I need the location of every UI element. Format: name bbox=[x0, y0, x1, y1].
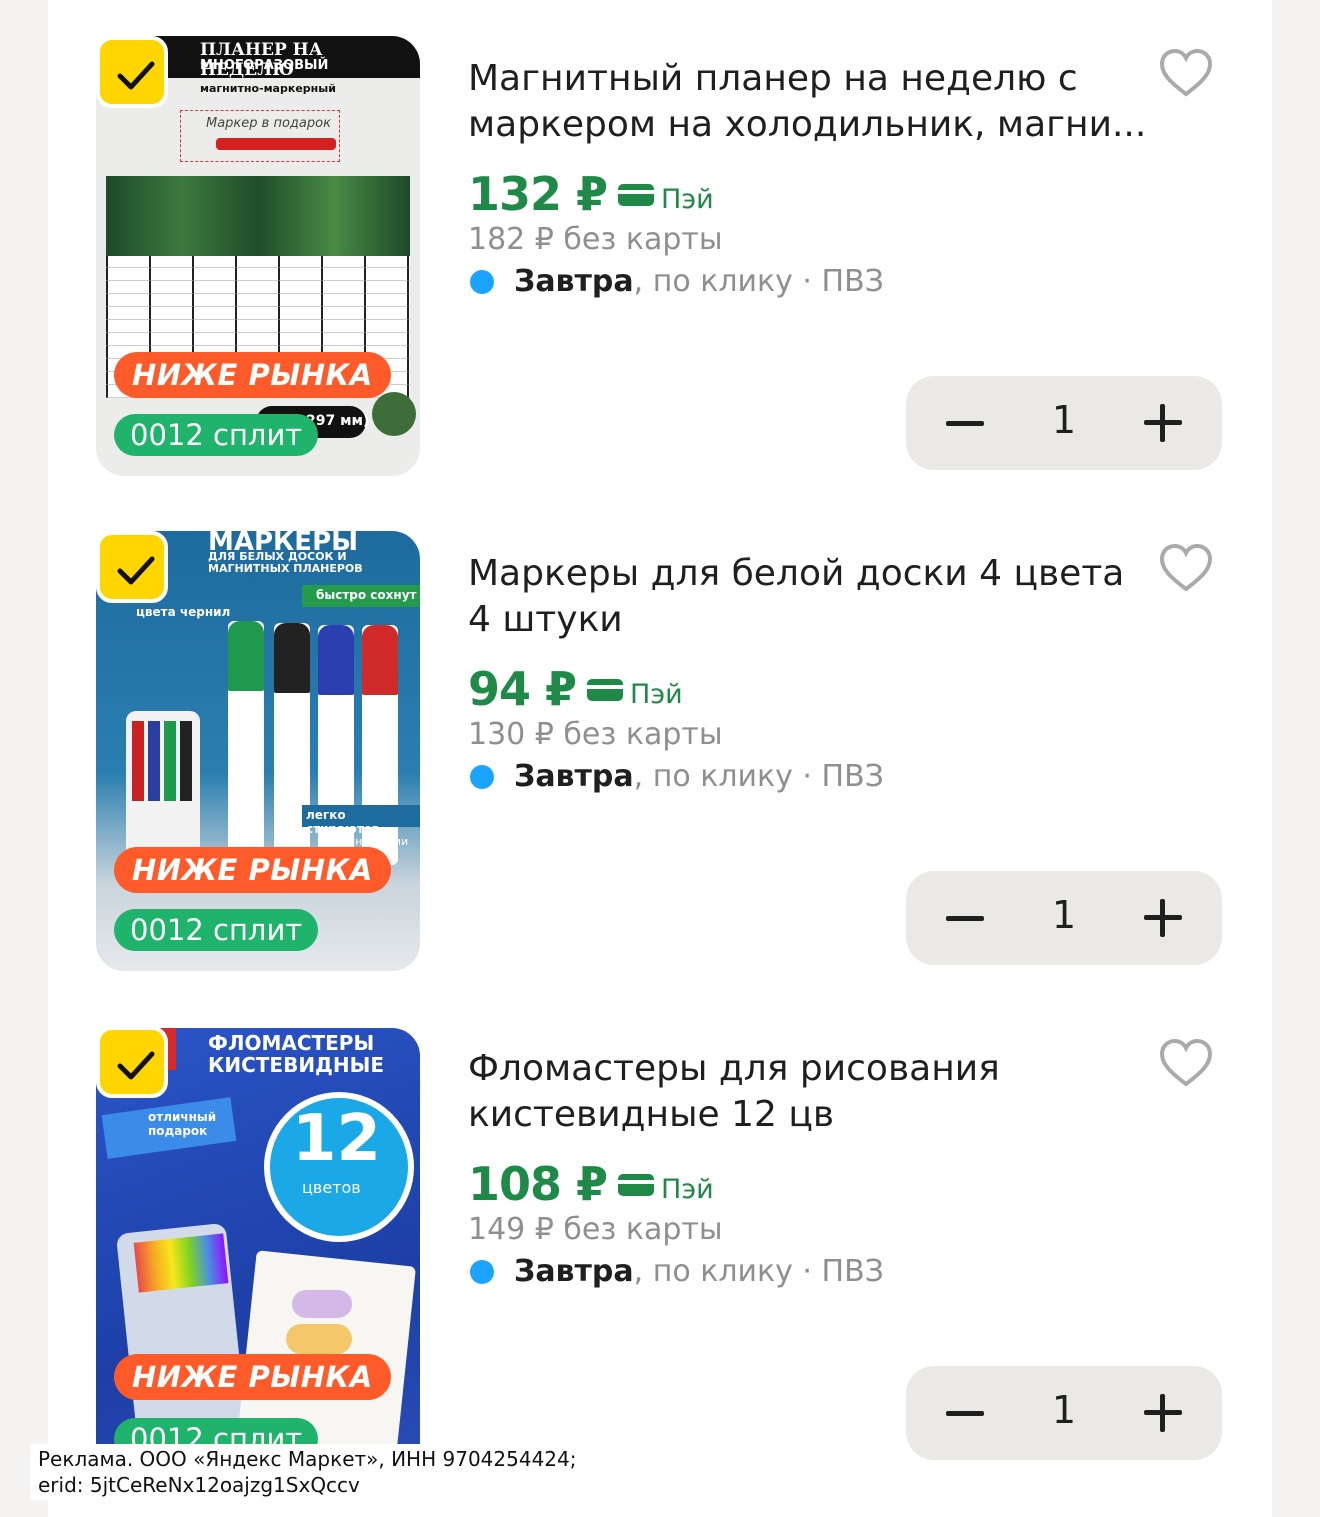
image-text: быстро сохнут bbox=[316, 588, 417, 602]
price: 94 ₽ bbox=[468, 662, 577, 716]
delivery-info: Завтра , по клику · ПВЗ bbox=[470, 264, 884, 299]
below-market-badge: НИЖЕ РЫНКА bbox=[114, 847, 391, 893]
plus-button[interactable] bbox=[1144, 899, 1182, 937]
pay-label: Пэй bbox=[630, 678, 683, 710]
pay-label: Пэй bbox=[661, 1173, 714, 1205]
below-market-badge: НИЖЕ РЫНКА bbox=[114, 352, 391, 398]
quantity-stepper: 1 bbox=[906, 871, 1222, 965]
selected-checkbox[interactable] bbox=[96, 36, 168, 108]
checkmark-icon bbox=[117, 1051, 155, 1080]
delivery-day: Завтра bbox=[514, 1254, 634, 1289]
delivery-dot-icon bbox=[470, 1259, 494, 1284]
bank-card-icon bbox=[618, 184, 655, 206]
heart-icon[interactable] bbox=[1158, 1036, 1214, 1092]
heart-icon[interactable] bbox=[1158, 541, 1214, 597]
price-row: 94 ₽ Пэй bbox=[468, 662, 683, 716]
image-text: легко стираются bbox=[306, 808, 379, 836]
price-without-card: 182 ₽ без карты bbox=[468, 222, 723, 257]
selected-checkbox[interactable] bbox=[96, 1026, 168, 1098]
delivery-dot-icon bbox=[470, 269, 494, 294]
image-text: цветов bbox=[302, 1178, 361, 1197]
product-card[interactable]: ФЛОМАСТЕРЫ КИСТЕВИДНЫЕ 12 цветов отличны… bbox=[48, 990, 1272, 1517]
split-badge: 0012 сплит bbox=[114, 414, 319, 456]
image-text: ДЛЯ БЕЛЫХ ДОСОК И МАГНИТНЫХ ПЛАНЕРОВ bbox=[208, 550, 363, 575]
plus-button[interactable] bbox=[1144, 1394, 1182, 1432]
price-row: 132 ₽ Пэй bbox=[468, 167, 714, 221]
product-title[interactable]: Маркеры для белой доски 4 цвета 4 штуки bbox=[468, 551, 1148, 643]
delivery-day: Завтра bbox=[514, 264, 634, 299]
product-title[interactable]: Фломастеры для рисования кистевидные 12 … bbox=[468, 1046, 1148, 1138]
delivery-info: Завтра , по клику · ПВЗ bbox=[470, 759, 884, 794]
ad-disclaimer: Реклама. ООО «Яндекс Маркет», ИНН 970425… bbox=[30, 1444, 585, 1500]
delivery-dot-icon bbox=[470, 764, 494, 789]
ad-erid-line: erid: 5jtCeReNx12oajzg1SxQccv bbox=[38, 1473, 360, 1497]
plus-button[interactable] bbox=[1144, 404, 1182, 442]
product-card[interactable]: МАРКЕРЫ ДЛЯ БЕЛЫХ ДОСОК И МАГНИТНЫХ ПЛАН… bbox=[48, 495, 1272, 990]
image-text: ФЛОМАСТЕРЫ КИСТЕВИДНЫЕ bbox=[208, 1031, 384, 1077]
image-text: 12 bbox=[292, 1102, 382, 1176]
quantity-stepper: 1 bbox=[906, 1366, 1222, 1460]
image-text: МНОГОРАЗОВЫЙ bbox=[200, 58, 329, 73]
bank-card-icon bbox=[587, 679, 624, 701]
heart-icon[interactable] bbox=[1158, 46, 1214, 102]
delivery-details: , по клику · ПВЗ bbox=[633, 1254, 884, 1289]
delivery-details: , по клику · ПВЗ bbox=[633, 759, 884, 794]
quantity-stepper: 1 bbox=[906, 376, 1222, 470]
delivery-info: Завтра , по клику · ПВЗ bbox=[470, 1254, 884, 1289]
pay-label: Пэй bbox=[661, 183, 714, 215]
selected-checkbox[interactable] bbox=[96, 531, 168, 603]
checkmark-icon bbox=[117, 556, 155, 585]
product-title[interactable]: Магнитный планер на неделю с маркером на… bbox=[468, 56, 1148, 148]
price: 132 ₽ bbox=[468, 167, 608, 221]
image-text: магнитно-маркерный bbox=[200, 82, 336, 95]
price-without-card: 149 ₽ без карты bbox=[468, 1212, 723, 1247]
price: 108 ₽ bbox=[468, 1157, 608, 1211]
delivery-day: Завтра bbox=[514, 759, 634, 794]
ad-disclaimer-line: Реклама. ООО «Яндекс Маркет», ИНН 970425… bbox=[38, 1447, 577, 1471]
price-without-card: 130 ₽ без карты bbox=[468, 717, 723, 752]
price-row: 108 ₽ Пэй bbox=[468, 1157, 714, 1211]
image-text: цвета чернил bbox=[136, 605, 231, 619]
bank-card-icon bbox=[618, 1174, 655, 1196]
image-text: Маркер в подарок bbox=[206, 116, 331, 131]
below-market-badge: НИЖЕ РЫНКА bbox=[114, 1354, 391, 1400]
delivery-details: , по клику · ПВЗ bbox=[633, 264, 884, 299]
image-text: отличный подарок bbox=[148, 1110, 217, 1138]
split-badge: 0012 сплит bbox=[114, 909, 319, 951]
checkmark-icon bbox=[117, 61, 155, 90]
product-image[interactable]: ФЛОМАСТЕРЫ КИСТЕВИДНЫЕ 12 цветов отличны… bbox=[96, 1028, 420, 1498]
product-card[interactable]: ПЛАНЕР НА НЕДЕЛЮ МНОГОРАЗОВЫЙ магнитно-м… bbox=[48, 0, 1272, 495]
